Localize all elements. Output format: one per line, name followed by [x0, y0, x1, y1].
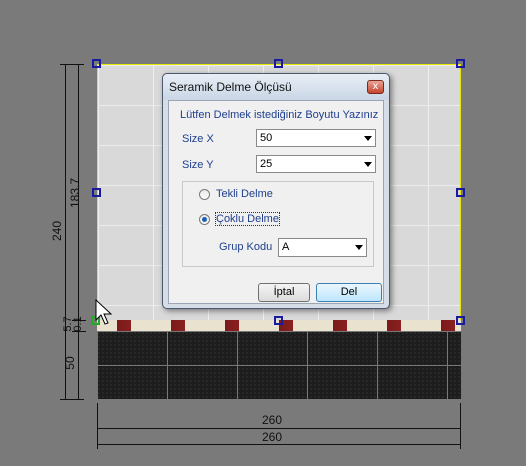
- size-x-combobox[interactable]: 50: [256, 129, 376, 147]
- ceramic-drill-size-dialog: Seramik Delme Ölçüsü x Lütfen Delmek ist…: [162, 73, 390, 309]
- chevron-down-icon[interactable]: [364, 136, 372, 141]
- chevron-down-icon[interactable]: [364, 162, 372, 167]
- size-y-value: 25: [260, 158, 273, 170]
- selection-handle-top-left[interactable]: [92, 59, 101, 68]
- size-y-combobox[interactable]: 25: [256, 155, 376, 173]
- width-dimension-extension-right: [460, 403, 461, 449]
- cancel-button[interactable]: İptal: [258, 283, 310, 302]
- drawing-canvas[interactable]: 240 183.7 5.7 0.1 50 260 260 Seramik Del…: [0, 0, 526, 466]
- chevron-down-icon[interactable]: [355, 245, 363, 250]
- total-height-dimension-line: [65, 64, 66, 399]
- single-drill-label[interactable]: Tekli Delme: [216, 188, 273, 200]
- strip-dimension-text-b: 0.1: [72, 316, 84, 332]
- selection-handle-bottom-right[interactable]: [456, 316, 465, 325]
- selection-handle-top-center[interactable]: [274, 59, 283, 68]
- size-x-label: Size X: [182, 133, 214, 145]
- selection-handle-top-right[interactable]: [456, 59, 465, 68]
- dialog-titlebar[interactable]: Seramik Delme Ölçüsü x: [163, 74, 389, 100]
- width-dimension-extension-left: [97, 403, 98, 449]
- group-code-combobox[interactable]: A: [278, 238, 367, 257]
- dimension-tick: [60, 399, 84, 400]
- upper-height-dimension-text: 183.7: [68, 177, 82, 209]
- segment-dimension-line: [78, 64, 79, 399]
- width-dimension-line-1: [97, 428, 461, 429]
- group-code-value: A: [282, 241, 290, 253]
- dialog-title: Seramik Delme Ölçüsü: [169, 80, 292, 94]
- selection-handle-middle-left[interactable]: [92, 188, 101, 197]
- dimension-tick: [60, 64, 84, 65]
- instruction-text: Lütfen Delmek istediğiniz Boyutu Yazınız: [180, 109, 379, 121]
- multi-drill-radio[interactable]: [199, 214, 210, 225]
- drill-mode-group: Tekli Delme Çoklu Delme Grup Kodu A: [182, 181, 374, 267]
- close-button[interactable]: x: [367, 80, 384, 94]
- dialog-body: Lütfen Delmek istediğiniz Boyutu Yazınız…: [168, 100, 384, 304]
- width-dimension-line-2: [97, 444, 461, 445]
- lower-height-dimension-text: 50: [63, 356, 77, 370]
- group-code-label: Grup Kodu: [219, 241, 273, 253]
- multi-drill-label[interactable]: Çoklu Delme: [215, 212, 280, 226]
- single-drill-radio[interactable]: [199, 189, 210, 200]
- total-height-dimension-text: 240: [50, 220, 64, 242]
- selection-handle-bottom-center[interactable]: [274, 316, 283, 325]
- width-dimension-text-1: 260: [262, 413, 283, 427]
- selection-handle-middle-right[interactable]: [456, 188, 465, 197]
- size-x-value: 50: [260, 132, 273, 144]
- delete-button[interactable]: Del: [316, 283, 382, 302]
- mouse-cursor-icon: [95, 298, 113, 325]
- lower-wall-tiles[interactable]: [97, 331, 461, 399]
- size-y-label: Size Y: [182, 159, 214, 171]
- width-dimension-text-2: 260: [262, 430, 283, 444]
